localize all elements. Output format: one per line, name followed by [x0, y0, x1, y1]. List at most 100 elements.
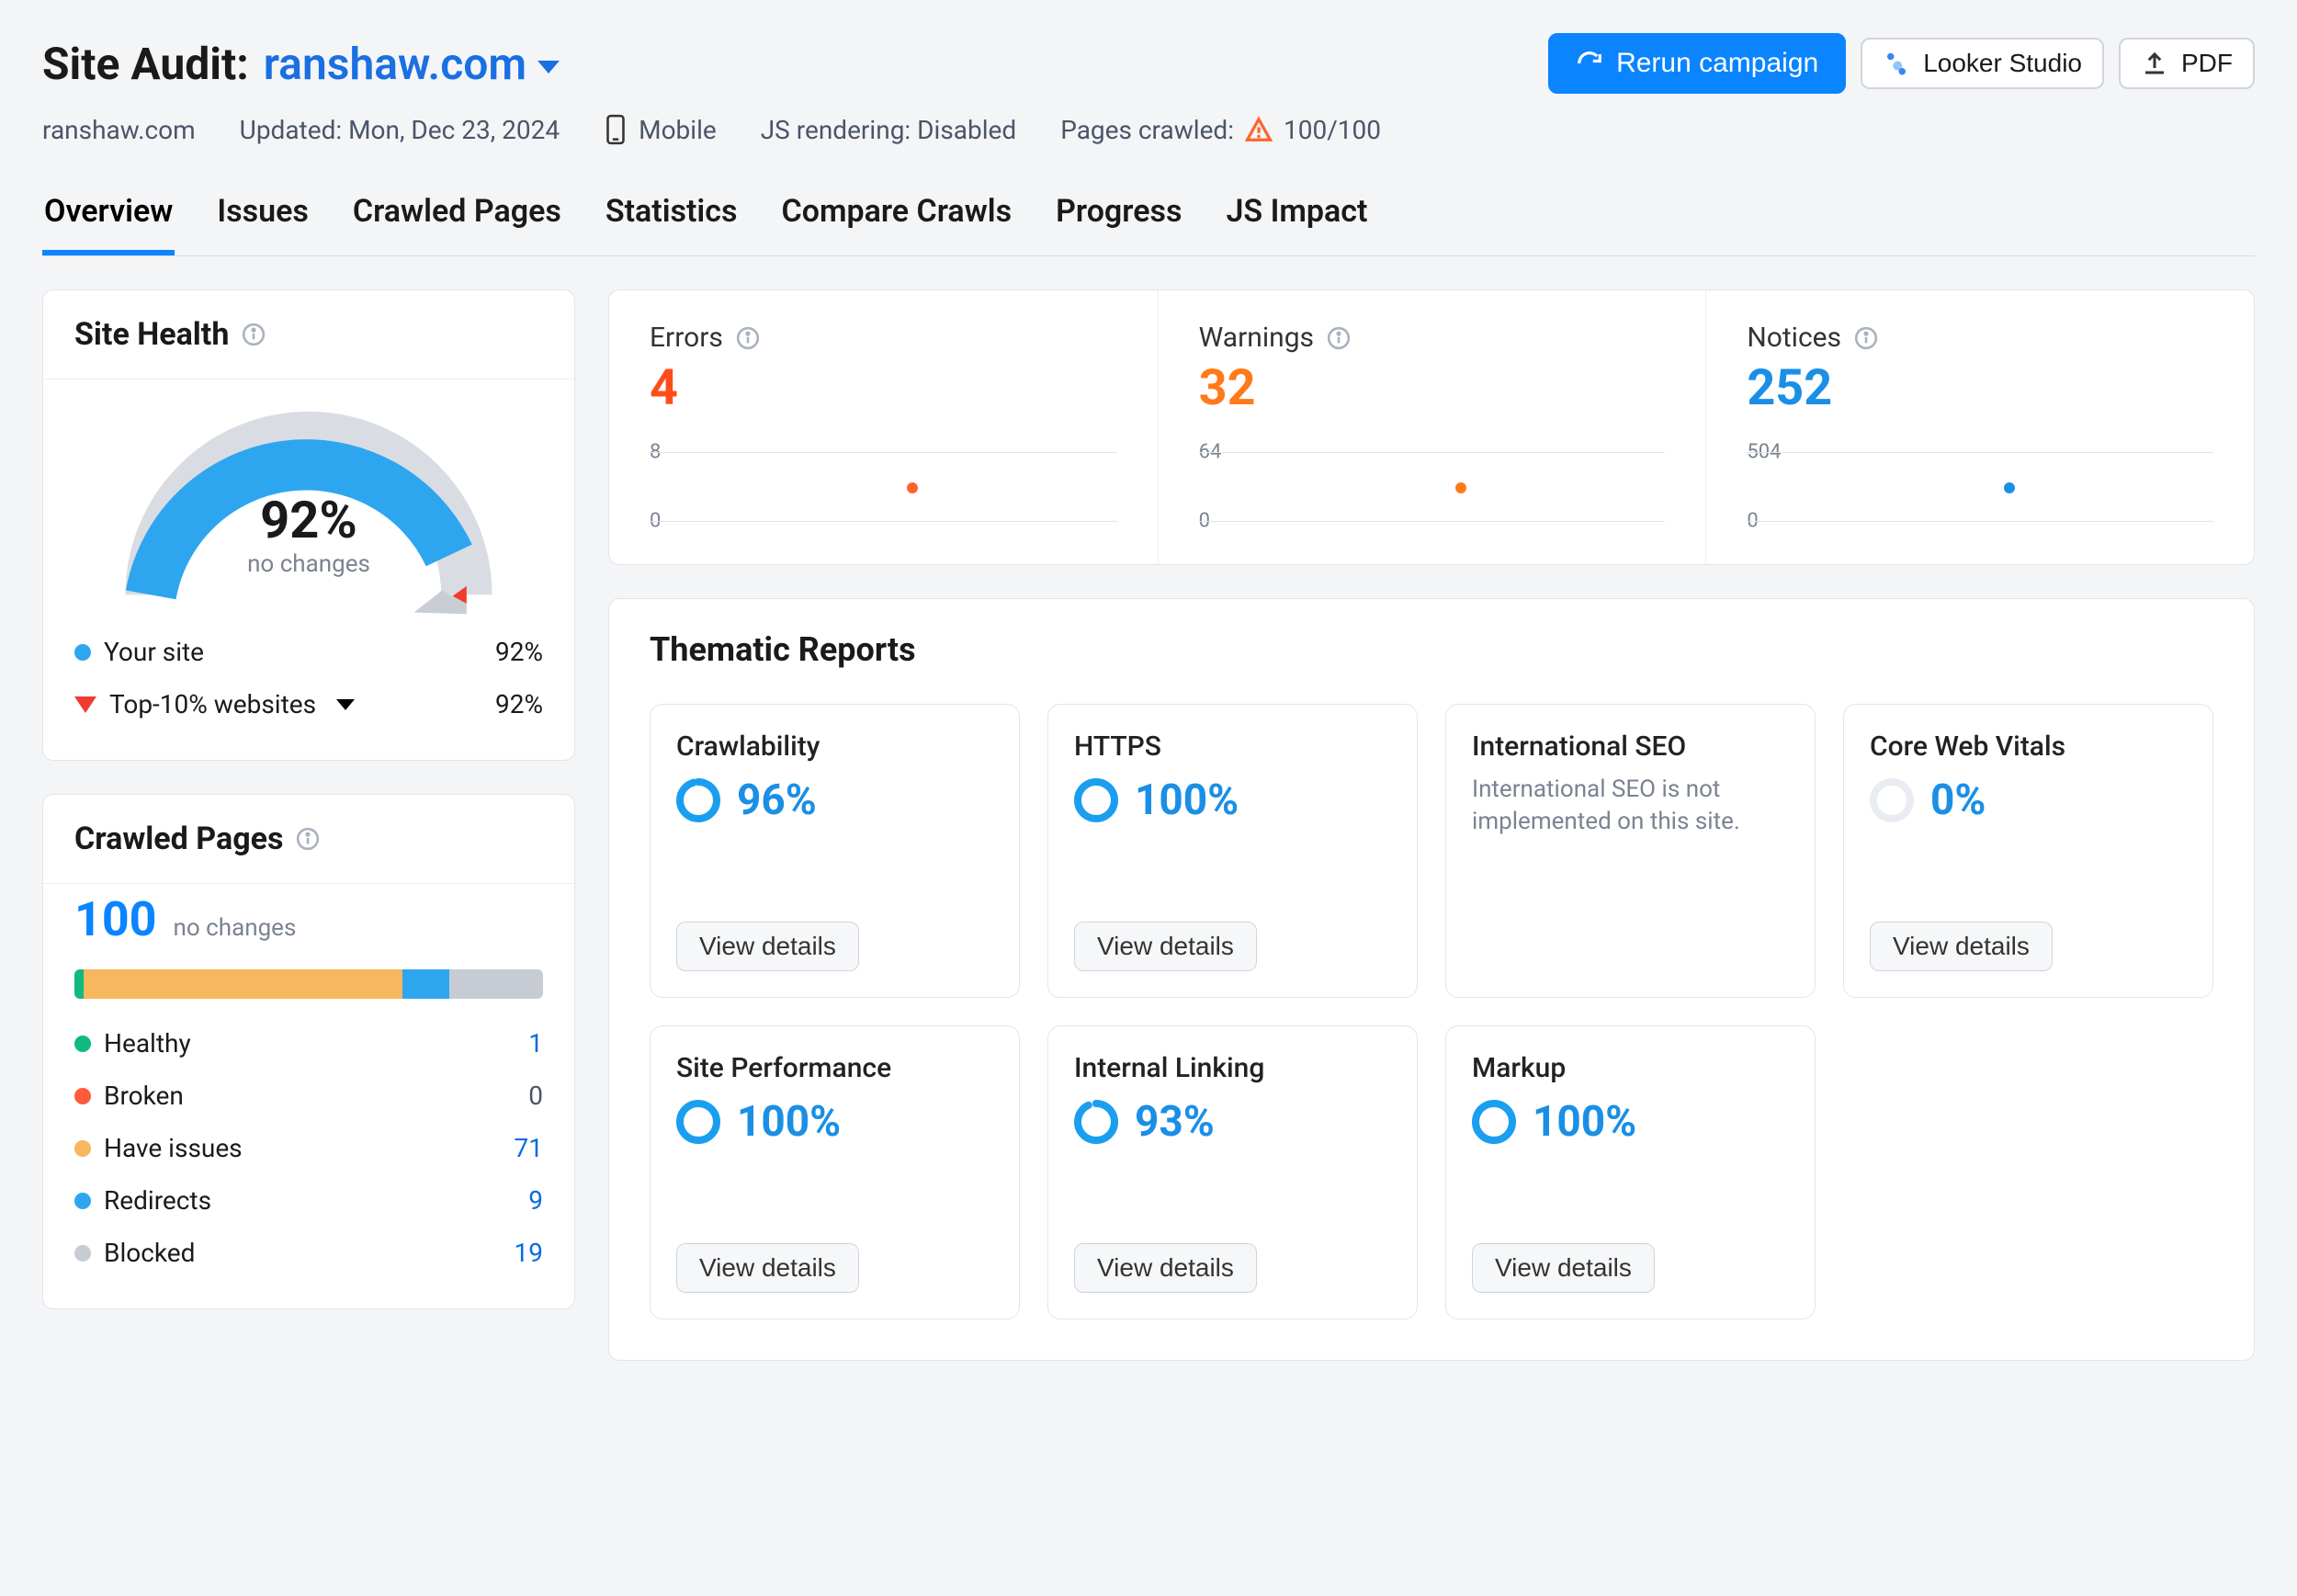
info-icon[interactable] — [242, 323, 266, 346]
thematic-card-site-performance: Site Performance 100% View details — [650, 1025, 1020, 1319]
view-details-button[interactable]: View details — [676, 1243, 859, 1293]
site-health-percent: 92% — [116, 490, 502, 550]
crawled-pages-sub: no changes — [174, 914, 297, 942]
thematic-card-title: Site Performance — [676, 1052, 993, 1084]
thematic-card-core-web-vitals: Core Web Vitals0%View details — [1843, 704, 2213, 998]
dot-icon — [74, 644, 91, 661]
triangle-down-icon — [74, 696, 96, 713]
page-title: Site Audit: — [42, 38, 249, 90]
thematic-card-https: HTTPS100%View details — [1047, 704, 1418, 998]
dot-icon — [74, 1036, 91, 1052]
thematic-card-international-seo: International SEO International SEO is no… — [1445, 704, 1816, 998]
warnings-spark: 64 0 — [1199, 432, 1666, 533]
dot-icon — [74, 1140, 91, 1157]
looker-icon — [1883, 50, 1910, 77]
domain-dropdown[interactable]: ranshaw.com — [264, 38, 560, 90]
info-icon[interactable] — [736, 326, 760, 350]
view-details-button[interactable]: View details — [1870, 922, 2053, 971]
crawled-row-blocked[interactable]: Blocked19 — [74, 1227, 543, 1279]
crawled-pages-total[interactable]: 100 — [74, 891, 157, 947]
bar-segment-blocked — [449, 969, 543, 999]
issues-summary-card: Errors 4 8 0 Warnings 32 64 — [608, 289, 2255, 565]
meta-js: JS rendering: Disabled — [761, 115, 1016, 145]
crawled-pages-bar — [74, 969, 543, 999]
tab-js-impact[interactable]: JS Impact — [1224, 193, 1369, 255]
meta-bar: ranshaw.com Updated: Mon, Dec 23, 2024 M… — [42, 114, 2255, 145]
crawled-row-redirects[interactable]: Redirects9 — [74, 1174, 543, 1227]
looker-studio-label: Looker Studio — [1923, 49, 2082, 78]
meta-updated: Updated: Mon, Dec 23, 2024 — [240, 115, 560, 145]
looker-studio-button[interactable]: Looker Studio — [1861, 38, 2104, 89]
thematic-reports-card: Thematic Reports Crawlability 96% View det… — [608, 598, 2255, 1361]
thematic-card-title: International SEO — [1472, 730, 1789, 763]
mobile-icon — [604, 114, 628, 145]
dot-icon — [74, 1245, 91, 1262]
rerun-campaign-button[interactable]: Rerun campaign — [1548, 33, 1846, 94]
info-icon[interactable] — [1327, 326, 1351, 350]
thematic-card-title: Crawlability — [676, 730, 993, 763]
chevron-down-icon — [537, 61, 560, 74]
crawled-pages-card: Crawled Pages 100 no changes Healthy1Bro… — [42, 794, 575, 1309]
errors-stat[interactable]: Errors 4 8 0 — [609, 290, 1158, 564]
top10-dropdown[interactable]: Top-10% websites 92% — [74, 678, 543, 730]
thematic-card-value: 100% — [1533, 1097, 1636, 1147]
meta-pages-crawled: Pages crawled: 100/100 — [1060, 115, 1381, 145]
thematic-card-value: 100% — [737, 1097, 841, 1147]
tab-compare-crawls[interactable]: Compare Crawls — [779, 193, 1013, 255]
tab-progress[interactable]: Progress — [1054, 193, 1183, 255]
thematic-card-title: Markup — [1472, 1052, 1789, 1084]
bar-segment-redirects — [402, 969, 449, 999]
legend-top10: Top-10% websites — [109, 689, 316, 719]
warning-icon — [1245, 116, 1273, 143]
domain-name: ranshaw.com — [264, 38, 526, 90]
chevron-down-icon — [336, 699, 355, 710]
thematic-card-value: 96% — [737, 775, 817, 825]
crawled-pages-title: Crawled Pages — [74, 821, 283, 857]
thematic-title: Thematic Reports — [650, 630, 2213, 669]
crawled-row-have-issues[interactable]: Have issues71 — [74, 1122, 543, 1174]
dot-icon — [74, 1088, 91, 1104]
view-details-button[interactable]: View details — [1472, 1243, 1655, 1293]
crawled-row-broken: Broken0 — [74, 1070, 543, 1122]
errors-label: Errors — [650, 322, 723, 354]
tabs: Overview Issues Crawled Pages Statistics Com… — [42, 193, 2255, 256]
bar-segment-have-issues — [84, 969, 402, 999]
site-health-card: Site Health 92% no changes — [42, 289, 575, 761]
tab-issues[interactable]: Issues — [215, 193, 311, 255]
thematic-card-internal-linking: Internal Linking93%View details — [1047, 1025, 1418, 1319]
thematic-card-value: 93% — [1135, 1097, 1215, 1147]
legend-your-site-value: 92% — [495, 637, 543, 667]
thematic-card-note: International SEO is not implemented on … — [1472, 774, 1789, 838]
info-icon[interactable] — [1854, 326, 1878, 350]
warnings-stat[interactable]: Warnings 32 64 0 — [1158, 290, 1706, 564]
notices-value: 252 — [1747, 359, 2213, 417]
view-details-button[interactable]: View details — [1074, 922, 1257, 971]
warnings-label: Warnings — [1199, 322, 1314, 354]
notices-label: Notices — [1747, 322, 1841, 354]
info-icon[interactable] — [296, 827, 320, 851]
view-details-button[interactable]: View details — [1074, 1243, 1257, 1293]
meta-device: Mobile — [604, 114, 717, 145]
site-health-title: Site Health — [74, 316, 229, 353]
refresh-icon — [1576, 50, 1603, 77]
rerun-campaign-label: Rerun campaign — [1616, 48, 1818, 79]
tab-crawled-pages[interactable]: Crawled Pages — [351, 193, 563, 255]
view-details-button[interactable]: View details — [676, 922, 859, 971]
pdf-button[interactable]: PDF — [2119, 38, 2255, 89]
legend-top10-value: 92% — [495, 689, 543, 719]
thematic-card-value: 100% — [1135, 775, 1239, 825]
bar-segment-healthy — [74, 969, 84, 999]
thematic-card-crawlability: Crawlability 96% View details — [650, 704, 1020, 998]
upload-icon — [2141, 50, 2168, 77]
notices-stat[interactable]: Notices 252 504 0 — [1705, 290, 2254, 564]
warnings-value: 32 — [1199, 359, 1666, 417]
crawled-row-healthy[interactable]: Healthy1 — [74, 1017, 543, 1070]
meta-domain: ranshaw.com — [42, 115, 196, 145]
tab-statistics[interactable]: Statistics — [604, 193, 740, 255]
errors-value: 4 — [650, 359, 1117, 417]
thematic-card-markup: Markup 100% View details — [1445, 1025, 1816, 1319]
tab-overview[interactable]: Overview — [42, 193, 175, 255]
errors-spark: 8 0 — [650, 432, 1117, 533]
pdf-label: PDF — [2181, 49, 2233, 78]
site-health-gauge: 92% no changes — [116, 405, 502, 607]
